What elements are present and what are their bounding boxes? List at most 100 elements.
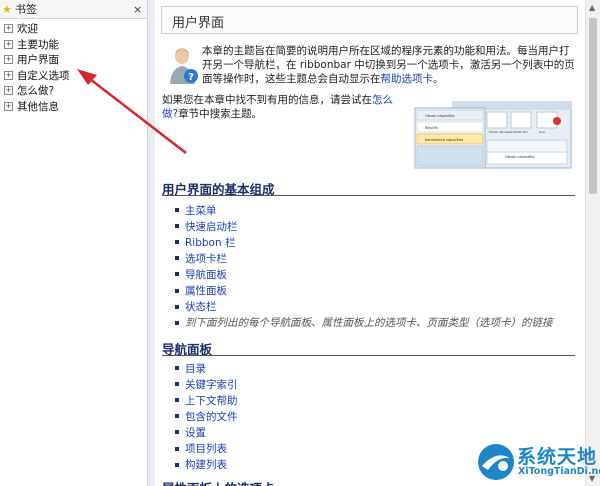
bullet-icon — [175, 320, 179, 325]
list-note: 到下面列出的每个导航面板、属性面板上的选项卡、页面类型（选项卡）的链接 — [175, 315, 553, 331]
list-item-link[interactable]: 属性面板 — [185, 283, 227, 298]
page-title-bar: 用户界面 — [161, 6, 578, 34]
list-item-link[interactable]: 项目列表 — [185, 441, 227, 456]
list-item-link[interactable]: 导航面板 — [185, 267, 227, 282]
expand-icon[interactable]: + — [4, 55, 13, 65]
list-item[interactable]: 主菜单 — [175, 202, 553, 218]
watermark-url: XiTongTianDi.net — [518, 466, 600, 477]
bullet-icon — [175, 382, 179, 387]
star-icon: ★ — [2, 2, 12, 16]
bullet-icon — [175, 462, 179, 467]
tree-item-welcome[interactable]: + 欢迎 — [0, 21, 147, 37]
tree-item-how-to[interactable]: + 怎么做? — [0, 83, 147, 99]
bullet-icon — [175, 430, 179, 435]
expand-icon[interactable]: + — [4, 24, 13, 34]
svg-text:?: ? — [188, 72, 194, 83]
bullet-icon — [175, 240, 179, 245]
ui-screenshot-image: Přidat uživatelé Přidat klíč Ove Obsah n… — [414, 101, 572, 169]
help-text-end: 章节中搜索主题。 — [178, 108, 263, 120]
watermark-name: 系统天地 — [517, 446, 598, 468]
list-item[interactable]: 目录 — [175, 360, 238, 376]
tree-item-customization[interactable]: + 自定义选项 — [0, 68, 147, 84]
section-divider — [162, 195, 575, 196]
scrollbar-thumb[interactable] — [589, 18, 597, 194]
scroll-up-icon[interactable]: ▲ — [589, 3, 595, 12]
list-item-link[interactable]: 构建列表 — [185, 457, 227, 472]
watermark: 系统天地 XiTongTianDi.net — [472, 438, 600, 486]
bullet-icon — [175, 414, 179, 419]
bookmarks-tree: + 欢迎 + 主要功能 + 用户界面 + 自定义选项 + 怎么做? + 其他信息 — [0, 19, 147, 114]
bullet-icon — [175, 208, 179, 213]
tree-item-label: 怎么做? — [17, 85, 55, 98]
tree-item-label: 用户界面 — [17, 54, 59, 67]
list-item[interactable]: 属性面板 — [175, 282, 553, 298]
intro-end: 。 — [433, 73, 444, 85]
section-title-property-tabs: 属性面板上的选项卡 — [162, 478, 275, 486]
section-divider — [162, 355, 575, 356]
help-paragraph: 如果您在本章中找不到有用的信息，请尝试在怎么做?章节中搜索主题。 — [162, 93, 407, 121]
document-view: 用户界面 ? 本章的主题旨在简要的说明用户所在区域的程序元素的功能和用法。每当用… — [155, 0, 585, 486]
screenshot-tool2: Přidat klíč — [513, 130, 528, 134]
list-item-link[interactable]: 主菜单 — [185, 203, 217, 218]
screenshot-row3: Kontextová nápověda — [425, 138, 463, 142]
list-item[interactable]: 包含的文件 — [175, 408, 238, 424]
list-item[interactable]: 上下文帮助 — [175, 392, 238, 408]
page-title: 用户界面 — [172, 16, 225, 31]
list-item-link[interactable]: 包含的文件 — [185, 409, 238, 424]
list-item-link[interactable]: 关键字索引 — [185, 377, 238, 392]
list-item[interactable]: 项目列表 — [175, 440, 238, 456]
bullet-icon — [175, 288, 179, 293]
intro-paragraph: 本章的主题旨在简要的说明用户所在区域的程序元素的功能和用法。每当用户打开另一个导… — [202, 44, 577, 86]
list-item-link[interactable]: 状态栏 — [185, 299, 217, 314]
tree-item-label: 自定义选项 — [17, 69, 70, 82]
list-item[interactable]: 构建列表 — [175, 457, 238, 473]
list-item[interactable]: 快速启动栏 — [175, 218, 553, 234]
list-item[interactable]: 状态栏 — [175, 299, 553, 315]
bullet-icon — [175, 224, 179, 229]
bullet-icon — [175, 272, 179, 277]
list-note-text: 到下面列出的每个导航面板、属性面板上的选项卡、页面类型（选项卡）的链接 — [185, 317, 553, 330]
screenshot-tool1: Přidat uživatelé — [489, 130, 512, 134]
list-item-link[interactable]: 选项卡栏 — [185, 251, 227, 266]
bookmarks-pane: ★ 书签 × + 欢迎 + 主要功能 + 用户界面 + 自定义选项 + 怎么做? + 其他信… — [0, 0, 148, 486]
bullet-icon — [175, 366, 179, 371]
navigation-list: 目录 关键字索引 上下文帮助 包含的文件 设置 项目列表 构建列表 — [175, 360, 238, 473]
close-icon[interactable]: × — [133, 3, 142, 16]
list-item-link[interactable]: 设置 — [185, 425, 206, 440]
list-item[interactable]: 导航面板 — [175, 266, 553, 282]
list-item-link[interactable]: Ribbon 栏 — [185, 235, 235, 250]
tree-item-features[interactable]: + 主要功能 — [0, 37, 147, 53]
bookmarks-header: ★ 书签 × — [0, 0, 147, 19]
screenshot-row2: Rejstřík — [425, 126, 439, 130]
bullet-icon — [175, 256, 179, 261]
pane-splitter[interactable] — [148, 0, 155, 486]
list-item-link[interactable]: 上下文帮助 — [185, 393, 238, 408]
basics-list: 主菜单 快速启动栏 Ribbon 栏 选项卡栏 导航面板 属性面板 状态栏 到下… — [175, 202, 553, 331]
help-text: 如果您在本章中找不到有用的信息，请尝试在 — [162, 94, 372, 106]
expand-icon[interactable]: + — [4, 86, 13, 96]
tree-item-label: 主要功能 — [17, 38, 59, 51]
watermark-logo-icon — [478, 444, 514, 480]
list-item[interactable]: 设置 — [175, 424, 238, 440]
bullet-icon — [175, 398, 179, 403]
bullet-icon — [175, 446, 179, 451]
list-item-link[interactable]: 目录 — [185, 361, 206, 376]
expand-icon[interactable]: + — [4, 101, 13, 111]
list-item[interactable]: 选项卡栏 — [175, 250, 553, 266]
tree-item-other-info[interactable]: + 其他信息 — [0, 99, 147, 115]
tree-item-label: 其他信息 — [17, 100, 59, 113]
tree-item-user-interface[interactable]: + 用户界面 — [0, 52, 147, 68]
screenshot-row4: Obsah nápovědy — [505, 155, 535, 159]
expand-icon[interactable]: + — [4, 70, 13, 80]
list-item[interactable]: Ribbon 栏 — [175, 234, 553, 250]
screenshot-tool3: Ove — [539, 130, 545, 134]
list-item-link[interactable]: 快速启动栏 — [185, 219, 238, 234]
expand-icon[interactable]: + — [4, 39, 13, 49]
bullet-icon — [175, 304, 179, 309]
vertical-scrollbar[interactable]: ▲ ▼ — [585, 0, 600, 486]
help-tab-link[interactable]: 帮助选项卡 — [381, 73, 434, 85]
list-item[interactable]: 关键字索引 — [175, 376, 238, 392]
bookmarks-title: 书签 — [15, 3, 37, 16]
user-help-icon: ? — [170, 48, 198, 84]
screenshot-row1: Obsah nápovědy — [425, 114, 455, 118]
